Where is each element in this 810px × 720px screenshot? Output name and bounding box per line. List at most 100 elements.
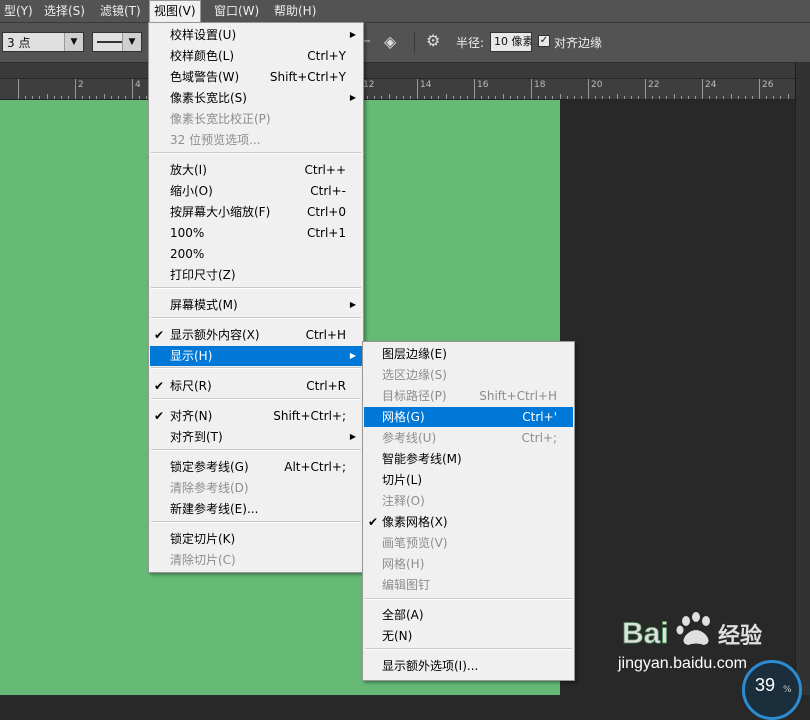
checkmark-icon: ✔ bbox=[154, 406, 164, 426]
ruler-number: 12 bbox=[363, 80, 374, 90]
ruler-minor-tick bbox=[574, 96, 575, 99]
horizontal-ruler: 246810121416182022242628 bbox=[0, 79, 795, 100]
menu-item-label: 显示额外内容(X) bbox=[170, 328, 260, 342]
menu-item-label: 切片(L) bbox=[382, 473, 422, 487]
align-edges-checkbox[interactable]: ✓ bbox=[538, 35, 550, 47]
gear-icon[interactable]: ⚙ bbox=[426, 31, 440, 50]
view-menu-item[interactable]: 像素长宽比(S)▶ bbox=[150, 88, 362, 108]
ruler-minor-tick bbox=[374, 96, 375, 99]
show-submenu-item[interactable]: 无(N) bbox=[364, 626, 573, 646]
view-menu-item[interactable]: 100%Ctrl+1 bbox=[150, 223, 362, 243]
chevron-down-icon: ▼ bbox=[64, 33, 83, 51]
view-menu-item[interactable]: 按屏幕大小缩放(F)Ctrl+0 bbox=[150, 202, 362, 222]
radius-label: 半径: bbox=[456, 34, 484, 51]
ruler-minor-tick bbox=[766, 96, 767, 99]
menu-item-label: 画笔预览(V) bbox=[382, 536, 448, 550]
submenu-arrow-icon: ▶ bbox=[350, 88, 356, 108]
show-submenu-item[interactable]: 智能参考线(M) bbox=[364, 449, 573, 469]
ruler-minor-tick bbox=[666, 96, 667, 99]
view-menu-item[interactable]: 200% bbox=[150, 244, 362, 264]
menu-type[interactable]: 型(Y) bbox=[0, 0, 37, 22]
ruler-minor-tick bbox=[723, 96, 724, 99]
ruler-tick bbox=[531, 79, 532, 99]
menu-separator bbox=[365, 648, 572, 650]
ruler-tick bbox=[702, 79, 703, 99]
checkmark-icon: ✔ bbox=[154, 325, 164, 345]
ruler-tick bbox=[417, 79, 418, 99]
radius-input[interactable]: 10 像素 bbox=[490, 32, 532, 52]
ruler-number: 22 bbox=[648, 80, 659, 90]
ruler-tick bbox=[674, 94, 675, 99]
ruler-minor-tick bbox=[709, 96, 710, 99]
menu-item-label: 清除切片(C) bbox=[170, 553, 236, 567]
menu-view[interactable]: 视图(V) bbox=[149, 0, 201, 22]
view-menu-item[interactable]: 色域警告(W)Shift+Ctrl+Y bbox=[150, 67, 362, 87]
ruler-minor-tick bbox=[438, 96, 439, 99]
menu-item-label: 标尺(R) bbox=[170, 379, 212, 393]
ruler-tick bbox=[645, 79, 646, 99]
ruler-minor-tick bbox=[32, 96, 33, 99]
menu-filter[interactable]: 滤镜(T) bbox=[96, 0, 145, 22]
view-menu-item[interactable]: 校样设置(U)▶ bbox=[150, 25, 362, 45]
show-submenu-item: 注释(O) bbox=[364, 491, 573, 511]
menu-item-label: 目标路径(P) bbox=[382, 389, 447, 403]
view-menu-item[interactable]: ✔对齐(N)Shift+Ctrl+; bbox=[150, 406, 362, 426]
view-menu-item[interactable]: 打印尺寸(Z) bbox=[150, 265, 362, 285]
menu-help[interactable]: 帮助(H) bbox=[270, 0, 320, 22]
view-menu-item[interactable]: 放大(I)Ctrl++ bbox=[150, 160, 362, 180]
menu-item-shortcut: Ctrl+H bbox=[306, 325, 346, 345]
ruler-minor-tick bbox=[652, 96, 653, 99]
view-menu-item[interactable]: ✔标尺(R)Ctrl+R bbox=[150, 376, 362, 396]
menu-item-label: 锁定切片(K) bbox=[170, 532, 235, 546]
chevron-down-icon: ▼ bbox=[122, 33, 141, 51]
arrange-icon[interactable]: ◈ bbox=[384, 32, 396, 51]
ruler-minor-tick bbox=[68, 96, 69, 99]
ruler-tick bbox=[503, 94, 504, 99]
show-submenu-item[interactable]: 显示额外选项(I)... bbox=[364, 656, 573, 676]
menu-item-label: 放大(I) bbox=[170, 163, 207, 177]
ruler-minor-tick bbox=[111, 96, 112, 99]
ruler-number: 2 bbox=[78, 80, 84, 90]
view-menu-item[interactable]: 对齐到(T)▶ bbox=[150, 427, 362, 447]
show-submenu-item[interactable]: ✔像素网格(X) bbox=[364, 512, 573, 532]
view-menu-item[interactable]: 屏幕模式(M)▶ bbox=[150, 295, 362, 315]
ruler-minor-tick bbox=[638, 96, 639, 99]
menu-bar: 型(Y) 选择(S) 滤镜(T) 视图(V) 窗口(W) 帮助(H) bbox=[0, 0, 810, 23]
view-menu-item[interactable]: ✔ 显示额外内容(X) Ctrl+H bbox=[150, 325, 362, 345]
show-submenu-item[interactable]: 网格(G)Ctrl+' bbox=[364, 407, 573, 427]
menu-item-shortcut: Alt+Ctrl+; bbox=[284, 457, 346, 477]
view-menu-item[interactable]: 缩小(O)Ctrl+- bbox=[150, 181, 362, 201]
ruler-minor-tick bbox=[82, 96, 83, 99]
view-menu-item[interactable]: 新建参考线(E)... bbox=[150, 499, 362, 519]
show-submenu-item[interactable]: 切片(L) bbox=[364, 470, 573, 490]
menu-window[interactable]: 窗口(W) bbox=[210, 0, 263, 22]
view-menu-item[interactable]: 校样颜色(L)Ctrl+Y bbox=[150, 46, 362, 66]
baidu-logo-icon: Bai 经验 bbox=[616, 607, 766, 687]
right-panel-edge bbox=[795, 63, 810, 695]
view-menu-item[interactable]: 锁定切片(K) bbox=[150, 529, 362, 549]
stroke-style-dropdown[interactable]: ▼ bbox=[92, 32, 142, 52]
show-submenu-item[interactable]: 图层边缘(E) bbox=[364, 344, 573, 364]
ruler-minor-tick bbox=[410, 96, 411, 99]
document-tab-strip bbox=[0, 63, 810, 78]
menu-select[interactable]: 选择(S) bbox=[40, 0, 89, 22]
show-submenu-item[interactable]: 全部(A) bbox=[364, 605, 573, 625]
view-menu-item[interactable]: 锁定参考线(G)Alt+Ctrl+; bbox=[150, 457, 362, 477]
menu-separator bbox=[151, 152, 361, 154]
ruler-minor-tick bbox=[552, 96, 553, 99]
menu-item-shortcut: Ctrl+R bbox=[306, 376, 346, 396]
menu-item-shortcut: Ctrl+Y bbox=[307, 46, 346, 66]
ruler-minor-tick bbox=[695, 96, 696, 99]
submenu-arrow-icon: ▶ bbox=[350, 25, 356, 45]
svg-text:经验: 经验 bbox=[718, 623, 762, 649]
view-menu-item[interactable]: 显示(H)▶ bbox=[150, 346, 362, 366]
menu-item-shortcut: Ctrl+1 bbox=[307, 223, 346, 243]
ruler-tick bbox=[132, 79, 133, 99]
size-dropdown[interactable]: 3 点 ▼ bbox=[2, 32, 84, 52]
ruler-minor-tick bbox=[688, 96, 689, 99]
show-submenu-item: 画笔预览(V) bbox=[364, 533, 573, 553]
zoom-badge: 39 % bbox=[742, 660, 802, 720]
ruler-number: 18 bbox=[534, 80, 545, 90]
divider bbox=[414, 31, 415, 53]
ruler-minor-tick bbox=[773, 96, 774, 99]
